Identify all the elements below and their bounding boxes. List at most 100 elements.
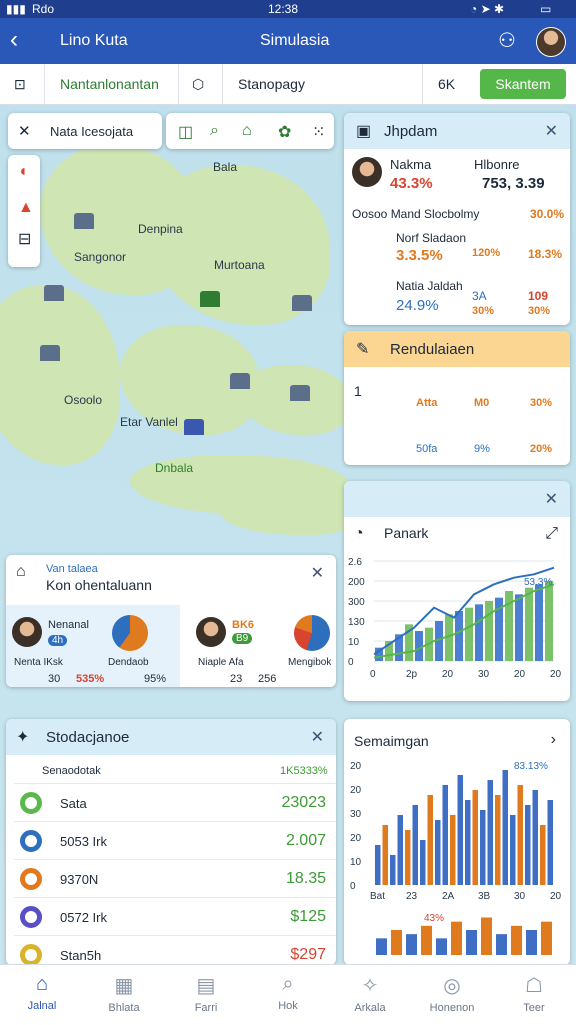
- nav-icon: ✧: [361, 975, 379, 997]
- chart-bar: [495, 795, 501, 885]
- landmark-icon[interactable]: [40, 345, 60, 361]
- chart-bar: [412, 805, 418, 885]
- avatar[interactable]: [536, 27, 566, 57]
- row-value: 18.3%: [528, 247, 563, 261]
- chart-bar: [487, 780, 493, 885]
- info-panel-d: ⌂ Van talaea Kon ohentaluann ✕ Nenanal 4…: [6, 555, 336, 687]
- landmark-icon[interactable]: [74, 213, 94, 229]
- chart-bar: [485, 601, 493, 661]
- toolbar-count: 6K: [438, 76, 456, 92]
- nav-item[interactable]: ✧ Arkala: [329, 965, 411, 1025]
- nav-item[interactable]: ⌂ Jalnal: [1, 965, 83, 1025]
- map-area[interactable]: Bala Denpina Sangonor Murtoana Osoolo Et…: [0, 105, 576, 965]
- y-tick-label: 300: [348, 597, 365, 608]
- landmark-icon[interactable]: [292, 295, 312, 311]
- close-icon[interactable]: ✕: [545, 489, 558, 509]
- card-stat: 256: [258, 673, 277, 685]
- y-tick-label: 200: [348, 577, 365, 588]
- nav-item[interactable]: ◎ Honenon: [411, 965, 493, 1025]
- card-1[interactable]: Nenanal 4h Nenta IKsk Dendaob 30 535% 95…: [6, 605, 180, 687]
- layer-icon[interactable]: ◫: [178, 122, 193, 142]
- chart-bar: [375, 845, 381, 885]
- y-tick-label: 30: [350, 809, 362, 820]
- x-tick-label: 20: [514, 669, 526, 680]
- landmark-icon[interactable]: [290, 385, 310, 401]
- nav-item[interactable]: ⌕ Hok: [247, 965, 329, 1025]
- close-icon[interactable]: ✕: [545, 121, 558, 141]
- y-tick-label: 20: [350, 761, 362, 772]
- x-tick-label: 30: [514, 891, 526, 902]
- cell-label: 50fa: [416, 443, 438, 455]
- landmark-icon[interactable]: [200, 291, 220, 307]
- y-tick-label: 0: [348, 657, 354, 668]
- landmark-icon[interactable]: [230, 373, 250, 389]
- table-row[interactable]: Stan5h $297: [14, 935, 336, 965]
- nav-item[interactable]: ☖ Teer: [493, 965, 575, 1025]
- app-header: ‹ Lino Kuta Simulasia ⚇: [0, 18, 576, 64]
- expand-icon[interactable]: ⁙: [312, 122, 325, 142]
- person-value: 43.3%: [390, 175, 433, 192]
- nav-icon[interactable]: ▲: [18, 199, 34, 217]
- pin-icon[interactable]: ⌂: [242, 122, 252, 140]
- expand-icon[interactable]: ⤢: [545, 525, 558, 543]
- user-icon[interactable]: ⚇: [498, 28, 516, 53]
- back-icon[interactable]: ‹: [10, 26, 18, 54]
- landmass: [0, 285, 120, 465]
- x-tick-label: 2A: [442, 891, 455, 902]
- landmark-icon[interactable]: [184, 419, 204, 435]
- toolbar-tab-2[interactable]: Stanopagy: [222, 64, 423, 104]
- location-icon[interactable]: ◖: [18, 163, 28, 181]
- box-button[interactable]: ⬡: [178, 64, 223, 104]
- primary-action-button[interactable]: Skantem: [480, 69, 566, 99]
- y-tick-label: 0: [350, 881, 356, 892]
- map-label: Murtoana: [214, 258, 265, 272]
- table-row[interactable]: 9370N 18.35: [14, 859, 336, 898]
- table-header-label: Senaodotak: [42, 765, 101, 777]
- cell-label: 30%: [530, 397, 553, 409]
- nav-item[interactable]: ▤ Farri: [165, 965, 247, 1025]
- chart-bar: [451, 921, 462, 955]
- row-value: 24.9%: [396, 297, 439, 314]
- chart-bar: [465, 800, 471, 885]
- row-value: 2.007: [285, 832, 326, 849]
- card-stat: 30: [48, 673, 61, 685]
- close-icon[interactable]: ✕: [311, 727, 324, 747]
- table-row[interactable]: 0572 Irk $125: [14, 897, 336, 936]
- app-title: Lino Kuta: [60, 32, 128, 49]
- x-tick-label: 20: [550, 669, 562, 680]
- panel-header: ✦ Stodacjanoe ✕: [6, 719, 336, 755]
- pill: B9: [232, 633, 253, 644]
- nav-item[interactable]: ▦ Bhlata: [83, 965, 165, 1025]
- table-header-value: 1K5333%: [280, 765, 328, 777]
- row-label: Stan5h: [60, 948, 102, 963]
- row-value: 18.35: [285, 870, 326, 887]
- row-label: Sata: [60, 796, 87, 811]
- chevron-right-icon[interactable]: ›: [551, 731, 556, 749]
- settings-icon[interactable]: ✿: [278, 122, 291, 142]
- row-value: 30%: [472, 305, 495, 317]
- filter-button[interactable]: ⊡: [0, 64, 45, 104]
- table-panel-e: ✦ Stodacjanoe ✕ Senaodotak 1K5333% Sata 2…: [6, 719, 336, 965]
- table-row[interactable]: Sata 23023: [14, 783, 336, 822]
- chart-bar: [391, 930, 402, 955]
- search-icon[interactable]: ⌕: [210, 122, 219, 140]
- refresh-icon[interactable]: ◔: [354, 525, 364, 543]
- row-value: 23023: [281, 794, 327, 811]
- zoom-out-icon[interactable]: ⊟: [18, 229, 31, 249]
- chart-bar: [405, 830, 411, 885]
- map-search[interactable]: ✕ Nata Icesojata: [8, 113, 162, 149]
- close-icon[interactable]: ✕: [311, 563, 324, 583]
- card-2[interactable]: BK6 B9 Niaple Afa Mengibok 23 256: [186, 605, 336, 687]
- toolbar-tab-1[interactable]: Nantanlonantan: [44, 64, 179, 104]
- chart-bar: [406, 934, 417, 955]
- panel-subtitle: Van talaea: [46, 563, 98, 575]
- landmark-icon[interactable]: [44, 285, 64, 301]
- panel-title: Stodacjanoe: [46, 729, 130, 746]
- cell-sub: 1: [354, 383, 362, 399]
- status-bar: ▮▮▮ Rdo 12:38 ◔ ➤ ✱ ▭: [0, 0, 576, 18]
- close-icon[interactable]: ✕: [18, 122, 31, 140]
- panel-title: Panark: [384, 525, 429, 541]
- table-row[interactable]: 5053 Irk 2.007: [14, 821, 336, 860]
- row-value: 3A: [472, 289, 487, 303]
- x-tick-label: 30: [478, 669, 490, 680]
